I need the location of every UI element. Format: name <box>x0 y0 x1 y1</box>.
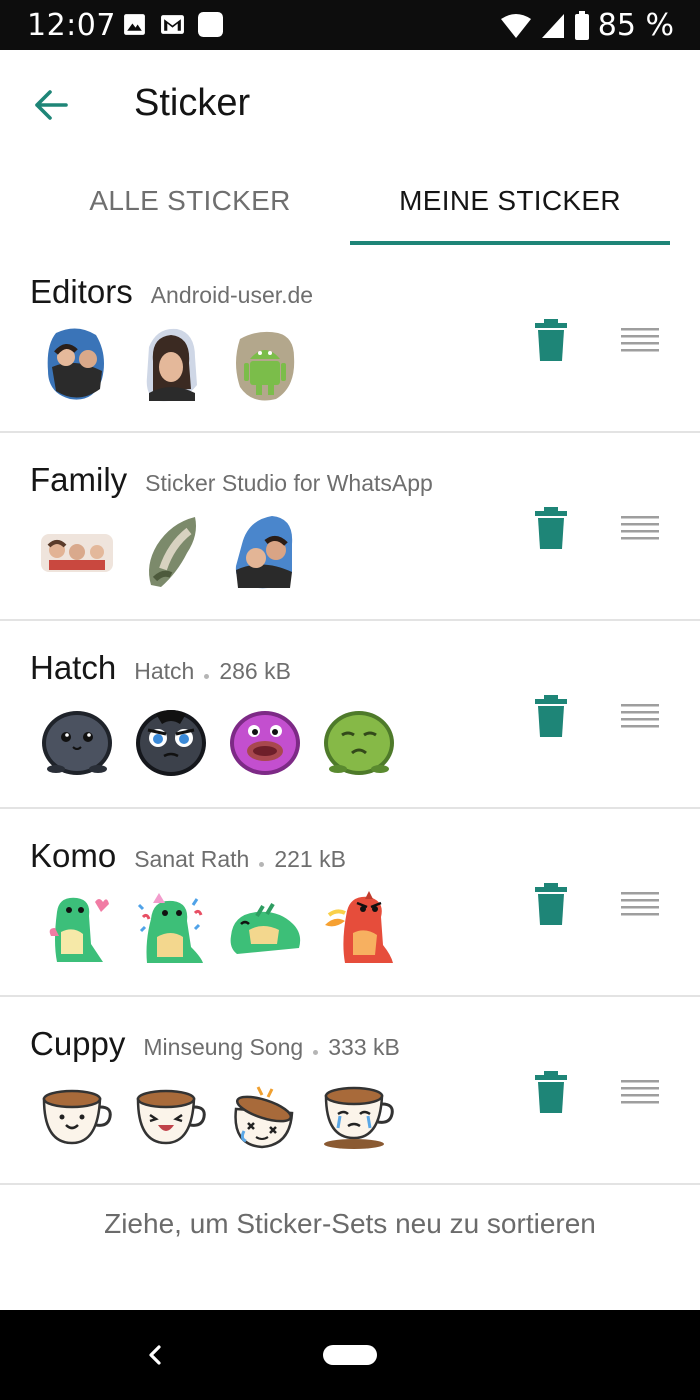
delete-pack-button[interactable] <box>533 883 569 925</box>
separator-dot <box>259 862 265 867</box>
pack-header: Cuppy Minseung Song 333 kB <box>30 1025 400 1063</box>
sticker-thumbnail <box>226 1077 304 1157</box>
pack-author: Hatch <box>134 658 195 684</box>
sticker-thumbnail <box>226 513 304 593</box>
notification-icons <box>122 12 223 37</box>
tab-bar: ALLE STICKER MEINE STICKER <box>30 165 670 245</box>
signal-icon <box>541 13 564 38</box>
sticker-pack-komo[interactable]: Komo Sanat Rath 221 kB <box>0 809 700 997</box>
sticker-pack-family[interactable]: Family Sticker Studio for WhatsApp <box>0 433 700 621</box>
separator-dot <box>313 1050 319 1055</box>
pack-author: Minseung Song <box>143 1034 304 1060</box>
pack-header: Family Sticker Studio for WhatsApp <box>30 461 433 499</box>
sticker-thumbnail <box>226 701 304 781</box>
pack-author: Sticker Studio for WhatsApp <box>145 470 433 496</box>
sticker-thumbnail <box>38 1077 116 1157</box>
gmail-icon <box>161 15 184 34</box>
delete-pack-button[interactable] <box>533 1071 569 1113</box>
sticker-thumbnail <box>132 513 210 593</box>
pack-name: Cuppy <box>30 1025 126 1062</box>
sticker-previews <box>38 701 398 781</box>
pack-header: Komo Sanat Rath 221 kB <box>30 837 346 875</box>
tab-my-stickers[interactable]: MEINE STICKER <box>350 165 670 245</box>
pack-author: Android-user.de <box>150 282 314 308</box>
arrow-back-icon <box>35 90 68 120</box>
sticker-thumbnail <box>38 325 116 405</box>
sticker-thumbnail <box>132 325 210 405</box>
navigation-bar <box>0 1310 700 1400</box>
sticker-previews <box>38 1077 398 1157</box>
sticker-thumbnail <box>320 1077 398 1157</box>
status-bar: 12:07 85 % <box>0 0 700 50</box>
drag-handle-icon[interactable] <box>621 513 659 543</box>
sticker-thumbnail <box>320 701 398 781</box>
sticker-thumbnail <box>226 325 304 405</box>
sticker-thumbnail <box>38 513 116 593</box>
app-icon <box>198 12 223 37</box>
sticker-thumbnail <box>132 701 210 781</box>
sticker-pack-list: Editors Android-user.de Family Sticker S… <box>0 245 700 1185</box>
pack-name: Family <box>30 461 128 498</box>
page-title: Sticker <box>134 82 251 124</box>
pack-name: Komo <box>30 837 117 874</box>
sticker-thumbnail <box>38 889 116 969</box>
sticker-pack-editors[interactable]: Editors Android-user.de <box>0 245 700 433</box>
app-toolbar: Sticker <box>0 50 700 160</box>
separator-dot <box>204 674 210 679</box>
sticker-previews <box>38 325 304 405</box>
drag-handle-icon[interactable] <box>621 1077 659 1107</box>
pack-name: Hatch <box>30 649 117 686</box>
status-time: 12:07 <box>27 8 116 43</box>
pack-author: Sanat Rath <box>134 846 250 872</box>
sticker-thumbnail <box>132 889 210 969</box>
reorder-hint: Ziehe, um Sticker-Sets neu zu sortieren <box>104 1208 596 1239</box>
delete-pack-button[interactable] <box>533 319 569 361</box>
battery-icon <box>574 10 589 40</box>
wifi-icon <box>500 13 531 38</box>
home-pill-button[interactable] <box>323 1345 377 1365</box>
sticker-pack-cuppy[interactable]: Cuppy Minseung Song 333 kB <box>0 997 700 1185</box>
pack-header: Hatch Hatch 286 kB <box>30 649 291 687</box>
drag-handle-icon[interactable] <box>621 325 659 355</box>
delete-pack-button[interactable] <box>533 695 569 737</box>
sticker-thumbnail <box>132 1077 210 1157</box>
pack-size: 286 kB <box>219 658 291 684</box>
image-icon <box>124 14 145 35</box>
tab-all-stickers[interactable]: ALLE STICKER <box>30 165 350 245</box>
pack-size: 333 kB <box>328 1034 400 1060</box>
drag-handle-icon[interactable] <box>621 889 659 919</box>
sticker-previews <box>38 513 304 593</box>
sticker-thumbnail <box>320 889 398 969</box>
status-right: 85 % <box>500 8 674 43</box>
drag-handle-icon[interactable] <box>621 701 659 731</box>
delete-pack-button[interactable] <box>533 507 569 549</box>
sticker-thumbnail <box>38 701 116 781</box>
battery-percentage: 85 % <box>597 8 674 43</box>
back-button[interactable] <box>28 82 74 128</box>
nav-back-icon[interactable] <box>140 1340 170 1370</box>
sticker-thumbnail <box>226 889 304 969</box>
pack-header: Editors Android-user.de <box>30 273 313 311</box>
sticker-previews <box>38 889 398 969</box>
pack-name: Editors <box>30 273 133 310</box>
sticker-pack-hatch[interactable]: Hatch Hatch 286 kB <box>0 621 700 809</box>
pack-size: 221 kB <box>274 846 346 872</box>
